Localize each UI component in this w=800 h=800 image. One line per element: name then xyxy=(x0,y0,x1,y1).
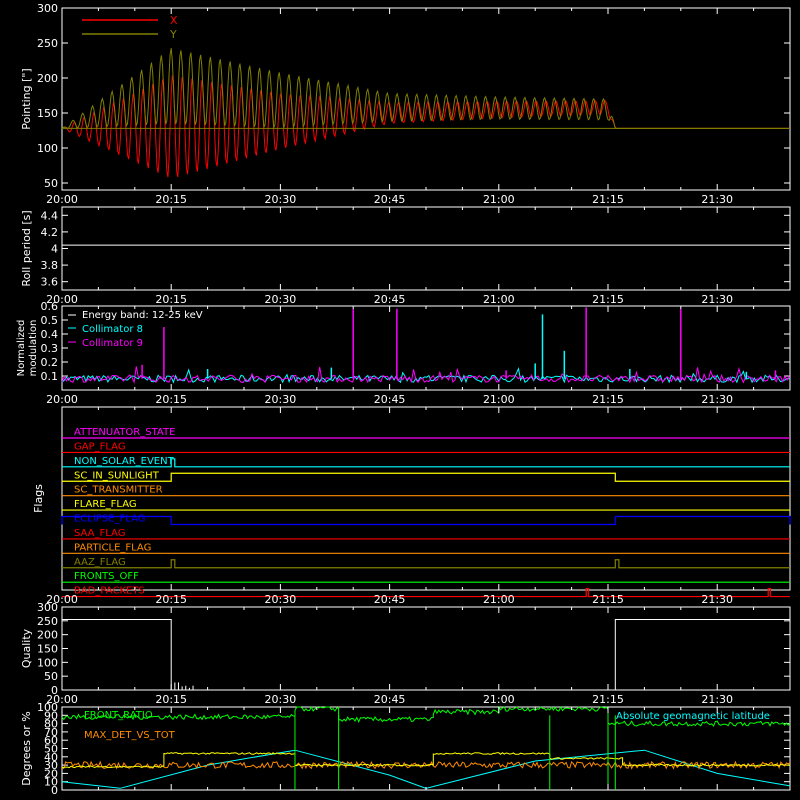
pointing-xtick-label: 21:15 xyxy=(592,193,624,206)
flag-label-aaz-flag: AAZ_FLAG xyxy=(74,557,126,568)
quality-xtick-label: 20:15 xyxy=(155,693,187,706)
flags-xtick-label: 20:45 xyxy=(374,593,406,606)
modulation-ylabel: Normalized xyxy=(16,320,27,377)
geo-ytick-label: 100 xyxy=(37,701,58,714)
flags-xtick-label: 21:30 xyxy=(701,593,733,606)
pointing-xtick-label: 20:15 xyxy=(155,193,187,206)
roll-xtick-label: 21:15 xyxy=(592,293,624,306)
quality-ylabel: Quality xyxy=(20,628,33,668)
flag-line-eclipse-flag xyxy=(61,515,791,526)
roll-xtick-label: 20:30 xyxy=(265,293,297,306)
pointing-xtick-label: 21:00 xyxy=(483,193,515,206)
geo-series-latitude xyxy=(61,749,791,789)
modulation-xtick-label: 20:00 xyxy=(46,393,78,406)
modulation-legend-collimator-8: Collimator 8 xyxy=(82,324,143,335)
flag-label-gap-flag: GAP_FLAG xyxy=(74,441,126,452)
quality-series xyxy=(62,619,790,691)
modulation-ytick-label: 0.6 xyxy=(41,300,59,313)
roll-xtick-label: 21:00 xyxy=(483,293,515,306)
flags-xtick-label: 21:15 xyxy=(592,593,624,606)
flag-label-eclipse-flag: ECLIPSE_FLAG xyxy=(74,514,145,525)
pointing-ytick-label: 50 xyxy=(44,177,58,190)
quality-xtick-label: 21:15 xyxy=(592,693,624,706)
chart-figure: 50 100 150 200 250 300 Pointing ["] X Y 20:00 20:1… xyxy=(0,0,800,800)
pointing-xtick-label: 21:30 xyxy=(701,193,733,206)
modulation-ytick-label: 0.3 xyxy=(41,342,59,355)
flag-label-flare-flag: FLARE_FLAG xyxy=(74,499,137,510)
roll-xtick-label: 20:15 xyxy=(155,293,187,306)
flag-label-sc-transmitter: SC_TRANSMITTER xyxy=(74,485,163,496)
quality-ytick-label: 100 xyxy=(37,656,58,669)
flag-label-bad-packets: BAD_PACKETS xyxy=(74,586,145,597)
quality-ytick-label: 200 xyxy=(37,629,58,642)
pointing-xtick-label: 20:45 xyxy=(374,193,406,206)
quality-xtick-label: 21:00 xyxy=(483,693,515,706)
roll-frame xyxy=(61,206,791,291)
flag-label-fronts-off: FRONTS_OFF xyxy=(74,571,139,582)
roll-xtick-label: 20:45 xyxy=(374,293,406,306)
geo-ylabel: Degrees or % xyxy=(20,711,33,785)
flag-label-particle-flag: PARTICLE_FLAG xyxy=(74,542,151,553)
pointing-ytick-label: 100 xyxy=(37,142,58,155)
roll-ytick-label: 4.2 xyxy=(41,226,59,239)
pointing-xtick-label: 20:30 xyxy=(265,193,297,206)
modulation-xtick-label: 20:30 xyxy=(265,393,297,406)
roll-ytick-label: 3.8 xyxy=(41,259,59,272)
modulation-xtick-label: 21:00 xyxy=(483,393,515,406)
modulation-xtick-label: 21:15 xyxy=(592,393,624,406)
pointing-ytick-label: 200 xyxy=(37,72,58,85)
pointing-ytick-label: 250 xyxy=(37,37,58,50)
pointing-xtick-label: 20:00 xyxy=(46,193,78,206)
flags-xtick-label: 21:00 xyxy=(483,593,515,606)
modulation-ylabel-2: modulation xyxy=(28,320,39,377)
pointing-ylabel: Pointing ["] xyxy=(20,68,33,129)
modulation-xtick-label: 21:30 xyxy=(701,393,733,406)
pointing-legend-label-y: Y xyxy=(169,28,177,41)
pointing-series-x xyxy=(61,75,790,178)
modulation-xtick-label: 20:45 xyxy=(374,393,406,406)
quality-xtick-label: 20:30 xyxy=(265,693,297,706)
flag-label-non-solar-event: NON_SOLAR_EVENT xyxy=(74,456,175,467)
modulation-xtick-label: 20:15 xyxy=(155,393,187,406)
flag-line-sc-in-sunlight xyxy=(62,472,790,482)
flag-line-aaz-flag xyxy=(62,559,790,569)
flags-xtick-label: 20:15 xyxy=(155,593,187,606)
geo-legend-latitude: Absolute geomagnetic latitude xyxy=(616,711,770,722)
pointing-legend-label-x: X xyxy=(170,14,178,27)
modulation-ytick-label: 0.2 xyxy=(41,356,59,369)
modulation-ytick-label: 0.4 xyxy=(41,328,59,341)
chart-canvas: 50100150200250300Pointing ["]XY20:00 20:1… xyxy=(16,2,791,797)
pointing-ytick-label: 150 xyxy=(37,107,58,120)
flag-label-attenuator-state: ATTENUATOR_STATE xyxy=(74,427,175,438)
quality-xtick-label: 21:30 xyxy=(701,693,733,706)
geo-legend-max-det: MAX_DET_VS_TOT xyxy=(84,730,176,741)
modulation-ytick-label: 0.5 xyxy=(41,314,59,327)
quality-ytick-label: 250 xyxy=(37,615,58,628)
quality-ytick-label: 50 xyxy=(44,670,58,683)
roll-ylabel: Roll period [s] xyxy=(20,210,33,286)
roll-ytick-label: 3.6 xyxy=(41,276,59,289)
flag-line-non-solar-event xyxy=(62,458,790,468)
flag-label-sc-in-sunlight: SC_IN_SUNLIGHT xyxy=(74,470,160,481)
roll-ytick-label: 4.4 xyxy=(41,209,59,222)
flag-label-saa-flag: SAA_FLAG xyxy=(74,528,125,539)
modulation-legend-energy: Energy band: 12-25 keV xyxy=(82,310,203,321)
quality-xtick-label: 20:45 xyxy=(374,693,406,706)
quality-ytick-label: 300 xyxy=(37,601,58,614)
roll-xtick-label: 21:30 xyxy=(701,293,733,306)
modulation-ytick-label: 0.1 xyxy=(41,370,59,383)
quality-ytick-label: 150 xyxy=(37,643,58,656)
roll-ytick-label: 4 xyxy=(51,243,58,256)
modulation-legend-collimator-9: Collimator 9 xyxy=(82,338,143,349)
flags-xtick-label: 20:30 xyxy=(265,593,297,606)
flags-ylabel: Flags xyxy=(32,484,45,513)
pointing-ytick-label: 300 xyxy=(37,2,58,15)
geo-legend-front-ratio: FRONT_RATIO xyxy=(84,710,153,721)
